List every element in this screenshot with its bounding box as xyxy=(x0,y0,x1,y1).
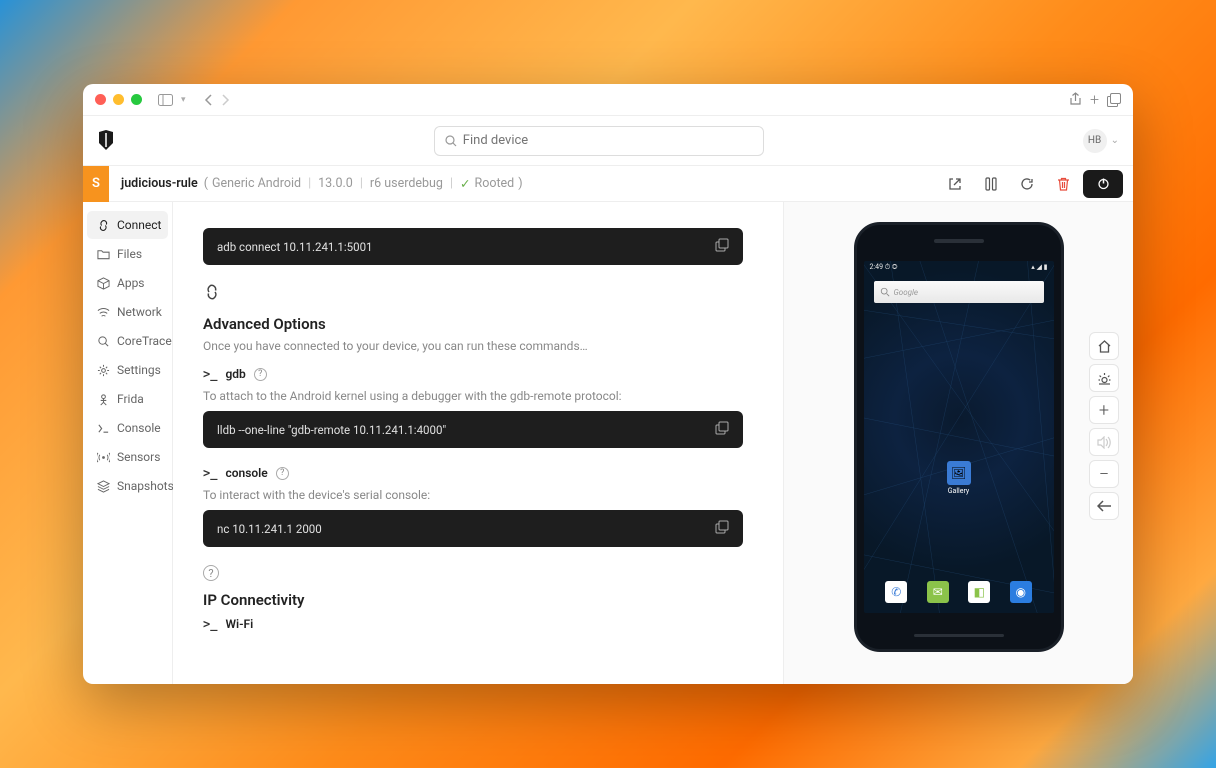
window-controls xyxy=(95,94,142,105)
sidebar-item-frida[interactable]: Frida xyxy=(87,385,168,413)
advanced-options-heading: Advanced Options xyxy=(203,315,743,333)
messages-app-icon[interactable]: ✉ xyxy=(927,581,949,603)
help-icon[interactable]: ? xyxy=(276,467,289,480)
prompt-icon: >_ xyxy=(203,367,217,381)
prompt-icon: >_ xyxy=(203,617,217,631)
link-icon xyxy=(97,219,110,232)
wifi-icon xyxy=(97,306,110,319)
sidebar-item-coretrace[interactable]: CoreTrace xyxy=(87,327,168,355)
home-button[interactable] xyxy=(1089,332,1119,360)
gear-icon xyxy=(97,364,110,377)
sidebar-item-sensors[interactable]: Sensors xyxy=(87,443,168,471)
phone-dock: ✆ ✉ ◧ ◉ xyxy=(864,581,1054,603)
sidebar-item-connect[interactable]: Connect xyxy=(87,211,168,239)
copy-button[interactable] xyxy=(715,520,729,537)
cube-icon xyxy=(97,277,110,290)
home-indicator xyxy=(914,634,1004,637)
back-button[interactable] xyxy=(1089,492,1119,520)
frida-icon xyxy=(97,393,110,406)
nc-command-block: nc 10.11.241.1 2000 xyxy=(203,510,743,547)
advanced-options-desc: Once you have connected to your device, … xyxy=(203,339,743,353)
gallery-app-icon[interactable]: 🖼 Gallery xyxy=(947,461,971,495)
main-content[interactable]: adb connect 10.11.241.1:5001 Advanced Op… xyxy=(173,202,783,684)
zoom-window-button[interactable] xyxy=(131,94,142,105)
device-infobar: S judicious-rule (Generic Android|13.0.0… xyxy=(83,166,1133,202)
lldb-command-block: lldb --one-line "gdb-remote 10.11.241.1:… xyxy=(203,411,743,448)
phone-speaker xyxy=(934,239,984,243)
tabs-icon[interactable] xyxy=(1107,93,1121,107)
topbar: HB ⌄ xyxy=(83,116,1133,166)
delete-button[interactable] xyxy=(1047,170,1079,198)
share-icon[interactable] xyxy=(1069,92,1082,107)
minimize-window-button[interactable] xyxy=(113,94,124,105)
brightness-button[interactable] xyxy=(1089,364,1119,392)
console-subheading: >_ console ? xyxy=(203,466,743,480)
zoom-out-button[interactable]: − xyxy=(1089,460,1119,488)
user-menu-chevron-icon[interactable]: ⌄ xyxy=(1111,135,1119,146)
sidebar-item-console[interactable]: Console xyxy=(87,414,168,442)
search-input[interactable] xyxy=(434,126,764,156)
console-desc: To interact with the device's serial con… xyxy=(203,488,743,502)
copy-button[interactable] xyxy=(715,421,729,438)
power-button[interactable] xyxy=(1083,170,1123,198)
google-search-widget[interactable]: Google xyxy=(874,281,1044,303)
sidebar-item-network[interactable]: Network xyxy=(87,298,168,326)
link-icon xyxy=(203,283,743,305)
open-external-button[interactable] xyxy=(939,170,971,198)
device-name: judicious-rule xyxy=(121,176,198,191)
user-avatar[interactable]: HB xyxy=(1083,129,1107,153)
close-window-button[interactable] xyxy=(95,94,106,105)
camera-app-icon[interactable]: ◉ xyxy=(1010,581,1032,603)
zoom-in-button[interactable]: + xyxy=(1089,396,1119,424)
device-preview: 2:49 ⏱ ◎▴ ◢ ▮ Google 🖼 Gallery ✆ ✉ ◧ xyxy=(783,202,1133,684)
sidebar-toggle-icon[interactable] xyxy=(158,94,173,106)
search-icon xyxy=(97,335,110,348)
search-icon xyxy=(880,287,890,297)
app-logo[interactable] xyxy=(97,130,115,152)
ip-connectivity-heading: IP Connectivity xyxy=(203,591,743,609)
folder-icon xyxy=(97,248,110,261)
sidebar-item-settings[interactable]: Settings xyxy=(87,356,168,384)
copy-button[interactable] xyxy=(715,238,729,255)
gdb-desc: To attach to the Android kernel using a … xyxy=(203,389,743,403)
preview-controls: + − xyxy=(1089,332,1119,520)
sidebar-item-apps[interactable]: Apps xyxy=(87,269,168,297)
android-app-icon[interactable]: ◧ xyxy=(968,581,990,603)
device-badge: S xyxy=(83,166,109,202)
pause-button[interactable] xyxy=(975,170,1007,198)
help-icon: ? xyxy=(203,565,743,581)
help-icon[interactable]: ? xyxy=(254,368,267,381)
sidebar-item-snapshots[interactable]: Snapshots xyxy=(87,472,168,500)
search-icon xyxy=(445,135,457,147)
phone-screen[interactable]: 2:49 ⏱ ◎▴ ◢ ▮ Google 🖼 Gallery ✆ ✉ ◧ xyxy=(864,261,1054,613)
terminal-icon xyxy=(97,422,110,435)
sensors-icon xyxy=(97,451,110,464)
app-window: ▾ + HB ⌄ S judicious xyxy=(83,84,1133,684)
phone-frame: 2:49 ⏱ ◎▴ ◢ ▮ Google 🖼 Gallery ✆ ✉ ◧ xyxy=(854,222,1064,652)
chevron-down-icon[interactable]: ▾ xyxy=(181,95,186,105)
gdb-subheading: >_ gdb ? xyxy=(203,367,743,381)
phone-statusbar: 2:49 ⏱ ◎▴ ◢ ▮ xyxy=(870,263,1048,272)
add-tab-icon[interactable]: + xyxy=(1090,90,1099,109)
volume-button[interactable] xyxy=(1089,428,1119,456)
nav-back-button[interactable] xyxy=(204,94,213,106)
sidebar: Connect Files Apps Network CoreTrace Set… xyxy=(83,202,173,684)
device-meta: (Generic Android|13.0.0|r6 userdebug|✓ R… xyxy=(204,176,523,192)
prompt-icon: >_ xyxy=(203,466,217,480)
adb-command-block: adb connect 10.11.241.1:5001 xyxy=(203,228,743,265)
layers-icon xyxy=(97,480,110,493)
wifi-subheading: >_ Wi-Fi xyxy=(203,617,743,631)
titlebar: ▾ + xyxy=(83,84,1133,116)
sidebar-item-files[interactable]: Files xyxy=(87,240,168,268)
phone-app-icon[interactable]: ✆ xyxy=(885,581,907,603)
refresh-button[interactable] xyxy=(1011,170,1043,198)
nav-forward-button[interactable] xyxy=(221,94,230,106)
